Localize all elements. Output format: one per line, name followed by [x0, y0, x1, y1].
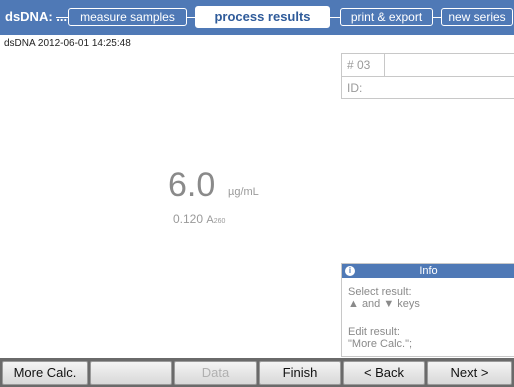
- next-button[interactable]: Next >: [427, 361, 512, 385]
- back-button[interactable]: < Back: [343, 361, 425, 385]
- info-title: Info: [419, 265, 438, 277]
- measurement-timestamp: dsDNA 2012-06-01 14:25:48: [4, 38, 131, 49]
- step-print-export[interactable]: print & export: [340, 8, 433, 26]
- concentration-unit: µg/mL: [228, 186, 259, 198]
- workflow-connector: [330, 17, 340, 18]
- sample-info-box: # 03 ID:: [341, 53, 514, 99]
- workflow-bar: dsDNA: ... measure samples process resul…: [0, 0, 514, 35]
- step-process-results[interactable]: process results: [195, 6, 330, 28]
- absorbance-readout: 0.120 A260: [173, 212, 225, 226]
- workflow-connector: [433, 17, 441, 18]
- concentration-value: 6.0: [168, 166, 216, 204]
- info-select-label: Select result:: [348, 286, 412, 298]
- info-edit-label: Edit result:: [348, 326, 400, 338]
- finish-button[interactable]: Finish: [259, 361, 341, 385]
- step-measure-samples[interactable]: measure samples: [68, 8, 187, 26]
- info-select-keys: ▲ and ▼ keys: [348, 298, 420, 310]
- sample-number-row: # 03: [342, 54, 514, 77]
- absorbance-unit: A: [206, 214, 214, 226]
- absorbance-value: 0.120: [173, 212, 204, 226]
- info-edit-action: "More Calc.";: [348, 338, 413, 350]
- step-new-series[interactable]: new series: [441, 8, 513, 26]
- info-panel: i Info Select result: ▲ and ▼ keys Edit …: [341, 263, 514, 357]
- more-calc-button[interactable]: More Calc.: [2, 361, 88, 385]
- info-header: i Info: [342, 264, 514, 278]
- blank-softkey[interactable]: [90, 361, 172, 385]
- sample-number-label: # 03: [347, 58, 371, 72]
- absorbance-wavelength: 260: [213, 218, 226, 225]
- workflow-connector: [187, 17, 195, 18]
- softkey-bar: More Calc. Data Finish < Back Next >: [0, 358, 514, 387]
- sample-number-separator: [384, 54, 385, 76]
- sample-id-label: ID:: [347, 81, 363, 95]
- app-title[interactable]: dsDNA: ...: [5, 9, 67, 25]
- data-button[interactable]: Data: [174, 361, 257, 385]
